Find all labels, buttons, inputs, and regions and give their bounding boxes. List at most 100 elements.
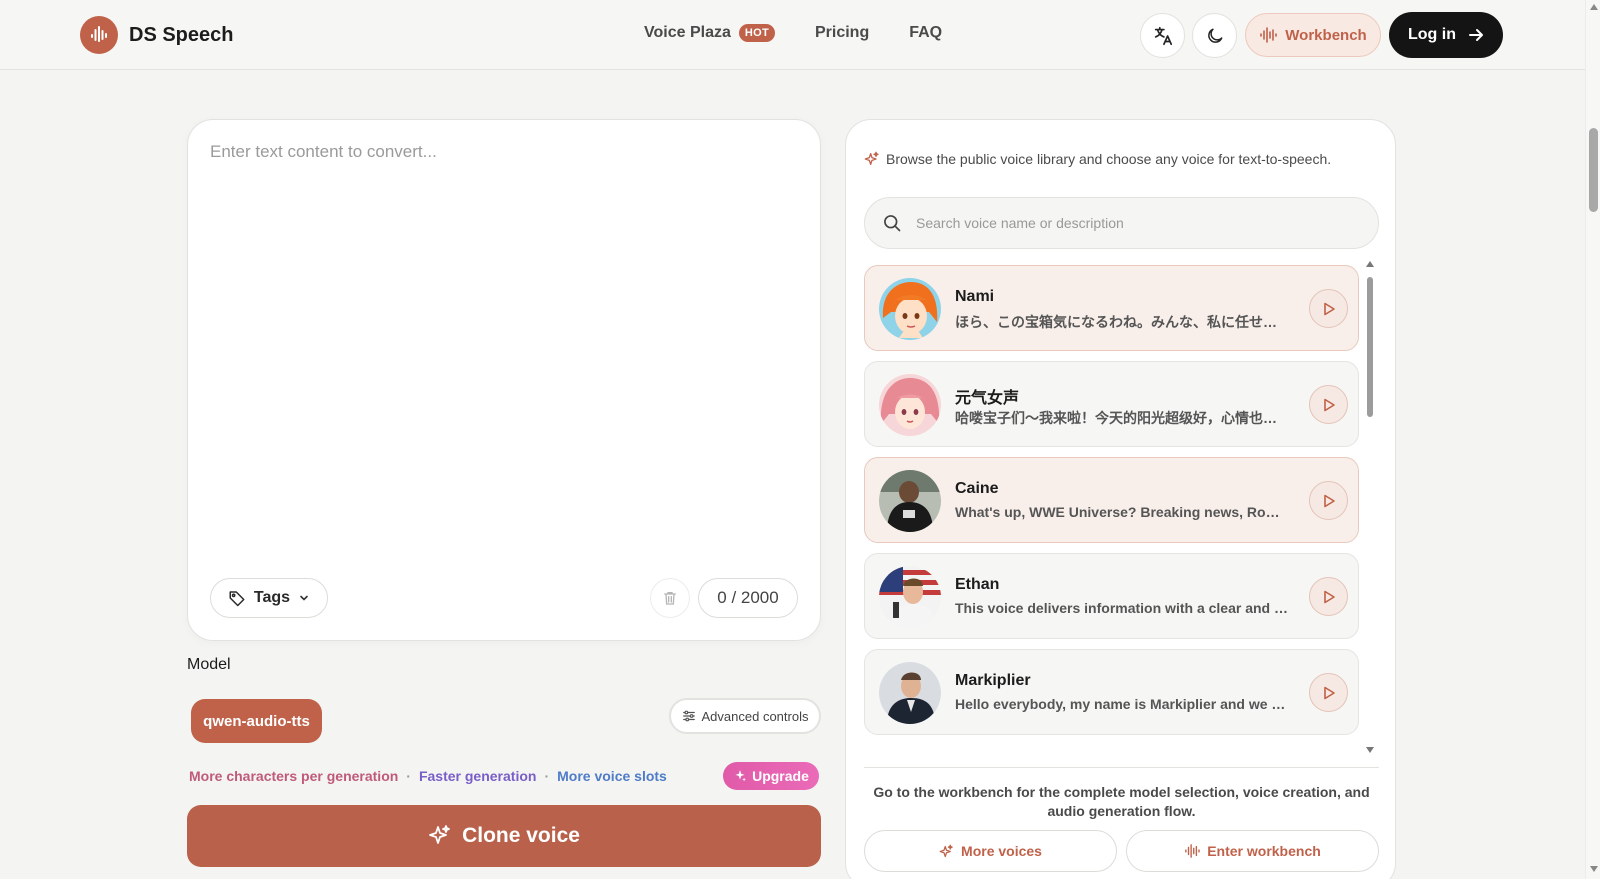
voice-card-caine[interactable]: Caine What's up, WWE Universe? Breaking …	[864, 457, 1359, 543]
waveform-icon	[1185, 844, 1200, 858]
login-button[interactable]: Log in	[1389, 12, 1503, 58]
clear-text-button[interactable]	[650, 578, 690, 618]
play-icon	[1323, 686, 1335, 699]
voice-description: Hello everybody, my name is Markiplier a…	[955, 696, 1290, 712]
sparkle-icon	[939, 844, 953, 857]
avatar	[879, 470, 941, 532]
scroll-thumb[interactable]	[1367, 277, 1373, 417]
translate-icon	[1154, 26, 1172, 45]
voice-card-ethan[interactable]: Ethan This voice delivers information wi…	[864, 553, 1359, 639]
perk-more-voice-slots: More voice slots	[557, 768, 667, 784]
more-voices-label: More voices	[961, 843, 1042, 859]
text-editor-card: Tags 0 / 2000	[187, 119, 821, 641]
page-scrollbar[interactable]	[1585, 0, 1600, 879]
text-content-input[interactable]	[210, 142, 800, 542]
upgrade-button[interactable]: Upgrade	[723, 762, 819, 790]
trash-icon	[664, 592, 676, 605]
chevron-down-icon	[300, 595, 308, 601]
clone-voice-label: Clone voice	[462, 824, 580, 847]
play-preview-button[interactable]	[1309, 577, 1348, 616]
voice-search-box[interactable]	[864, 197, 1379, 249]
avatar	[879, 278, 941, 340]
scroll-down-arrow-icon[interactable]	[1366, 747, 1374, 753]
voice-list-scrollbar[interactable]	[1366, 261, 1374, 755]
voice-name: Markiplier	[955, 672, 1031, 689]
login-label: Log in	[1408, 26, 1456, 43]
arrow-right-icon	[1468, 29, 1483, 41]
play-preview-button[interactable]	[1309, 385, 1348, 424]
play-preview-button[interactable]	[1309, 673, 1348, 712]
workbench-label: Workbench	[1285, 26, 1367, 44]
workbench-note: Go to the workbench for the complete mod…	[873, 784, 1370, 819]
nav-voice-plaza[interactable]: Voice Plaza HOT	[644, 24, 775, 42]
voice-card-yuanqi[interactable]: 元气女声 哈喽宝子们～我来啦！今天的阳光超级好，心情也是美美哒！	[864, 361, 1359, 447]
search-icon	[884, 215, 901, 232]
avatar	[879, 662, 941, 724]
workbench-button[interactable]: Workbench	[1245, 13, 1381, 57]
voice-description: ほら、この宝箱気になるわね。みんな、私に任せなさい！	[955, 314, 1290, 330]
language-button[interactable]	[1140, 13, 1185, 58]
brand-logo[interactable]: DS Speech	[80, 16, 233, 54]
play-icon	[1323, 590, 1335, 603]
advanced-controls-label: Advanced controls	[701, 708, 809, 724]
play-icon	[1323, 302, 1335, 315]
voice-card-nami[interactable]: Nami ほら、この宝箱気になるわね。みんな、私に任せなさい！	[864, 265, 1359, 351]
voice-description: What's up, WWE Universe? Breaking news, …	[955, 504, 1290, 520]
advanced-controls-button[interactable]: Advanced controls	[669, 698, 821, 734]
voice-description: This voice delivers information with a c…	[955, 600, 1290, 616]
play-icon	[1323, 398, 1335, 411]
voice-library-panel: Browse the public voice library and choo…	[845, 119, 1396, 879]
voice-search-input[interactable]	[916, 215, 1356, 231]
model-chip-selected[interactable]: qwen-audio-tts	[191, 699, 322, 743]
sparkle-icon	[735, 770, 746, 782]
upgrade-perks: More characters per generation · Faster …	[189, 768, 667, 784]
sparkle-icon	[429, 825, 450, 844]
waveform-icon	[1260, 27, 1278, 43]
perk-faster-generation: Faster generation	[418, 768, 537, 784]
model-label: Model	[187, 656, 231, 673]
voice-name: Caine	[955, 480, 999, 497]
tags-dropdown-button[interactable]: Tags	[210, 578, 328, 618]
enter-workbench-label: Enter workbench	[1207, 843, 1321, 859]
perk-more-characters: More characters per generation	[189, 768, 399, 784]
nav-faq[interactable]: FAQ	[909, 24, 942, 42]
main-nav: Voice Plaza HOT Pricing FAQ	[644, 24, 942, 42]
perk-separator: ·	[544, 768, 550, 784]
scroll-up-arrow-icon[interactable]	[1366, 261, 1374, 267]
library-hint: Browse the public voice library and choo…	[864, 151, 1331, 167]
top-navbar: DS Speech Voice Plaza HOT Pricing FAQ Wo…	[0, 0, 1585, 70]
page-scroll-thumb[interactable]	[1589, 128, 1598, 212]
voice-description: 哈喽宝子们～我来啦！今天的阳光超级好，心情也是美美哒！	[955, 410, 1290, 426]
theme-toggle-button[interactable]	[1192, 13, 1237, 58]
voice-name: 元气女声	[955, 390, 1020, 407]
voice-name: Nami	[955, 288, 995, 305]
moon-icon	[1207, 28, 1222, 43]
more-voices-button[interactable]: More voices	[864, 830, 1117, 872]
tag-icon	[229, 591, 245, 607]
character-counter: 0 / 2000	[698, 578, 798, 618]
voice-card-markiplier[interactable]: Markiplier Hello everybody, my name is M…	[864, 649, 1359, 735]
voice-list: Nami ほら、この宝箱気になるわね。みんな、私に任せなさい！ 元气女声 哈喽宝…	[864, 265, 1359, 755]
library-hint-text: Browse the public voice library and choo…	[886, 151, 1332, 167]
divider	[864, 767, 1379, 768]
perk-separator: ·	[406, 768, 411, 784]
nav-voice-plaza-label: Voice Plaza	[644, 24, 731, 41]
waveform-logo-icon	[80, 16, 118, 54]
play-icon	[1323, 494, 1335, 507]
sliders-icon	[682, 710, 695, 722]
avatar	[879, 374, 941, 436]
hot-badge: HOT	[738, 24, 775, 42]
voice-name: Ethan	[955, 576, 1000, 593]
play-preview-button[interactable]	[1309, 289, 1348, 328]
nav-pricing[interactable]: Pricing	[815, 24, 869, 42]
play-preview-button[interactable]	[1309, 481, 1348, 520]
avatar	[879, 566, 941, 628]
upgrade-label: Upgrade	[752, 768, 809, 784]
sparkle-icon	[864, 151, 879, 165]
brand-name: DS Speech	[129, 23, 234, 46]
tags-label: Tags	[253, 589, 291, 606]
enter-workbench-button[interactable]: Enter workbench	[1126, 830, 1379, 872]
clone-voice-button[interactable]: Clone voice	[187, 805, 821, 867]
page-scroll-up-icon[interactable]	[1590, 4, 1598, 10]
page-scroll-down-icon[interactable]	[1590, 866, 1598, 872]
